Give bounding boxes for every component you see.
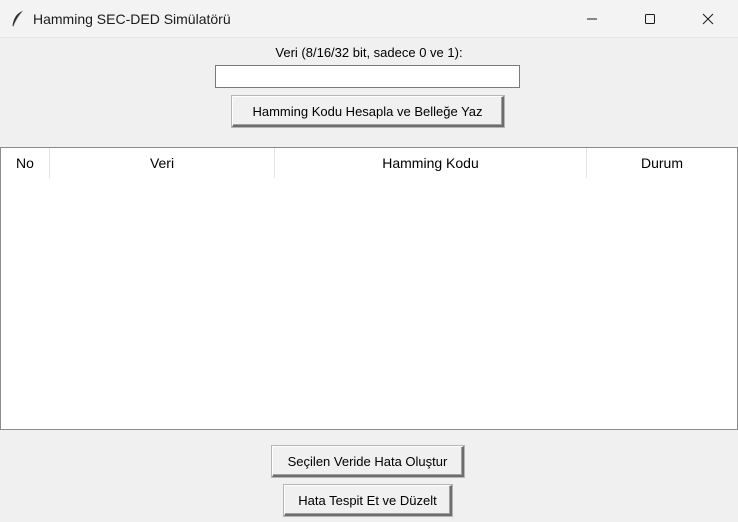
app-window: Hamming SEC-DED Simülatörü Veri (8/16/32…: [0, 0, 738, 522]
column-header-data[interactable]: Veri: [50, 148, 275, 178]
detect-correct-button[interactable]: Hata Tespit Et ve Düzelt: [284, 485, 452, 516]
data-input-field[interactable]: [215, 65, 520, 88]
column-header-hamming-code[interactable]: Hamming Kodu: [275, 148, 587, 178]
maximize-icon: [644, 13, 656, 25]
close-button[interactable]: [679, 0, 737, 38]
window-title: Hamming SEC-DED Simülatörü: [33, 11, 231, 27]
minimize-icon: [586, 13, 598, 25]
data-input-label: Veri (8/16/32 bit, sadece 0 ve 1):: [275, 45, 463, 60]
column-header-status[interactable]: Durum: [587, 148, 737, 178]
feather-icon: [10, 10, 24, 28]
table-header: No Veri Hamming Kodu Durum: [1, 148, 737, 178]
inject-error-button[interactable]: Seçilen Veride Hata Oluştur: [272, 446, 464, 477]
column-header-no[interactable]: No: [1, 148, 50, 178]
maximize-button[interactable]: [621, 0, 679, 38]
compute-hamming-button[interactable]: Hamming Kodu Hesapla ve Belleğe Yaz: [232, 96, 504, 127]
title-bar[interactable]: Hamming SEC-DED Simülatörü: [0, 0, 738, 38]
memory-table[interactable]: No Veri Hamming Kodu Durum: [0, 147, 738, 430]
table-body[interactable]: [1, 178, 737, 429]
minimize-button[interactable]: [563, 0, 621, 38]
close-icon: [702, 13, 714, 25]
